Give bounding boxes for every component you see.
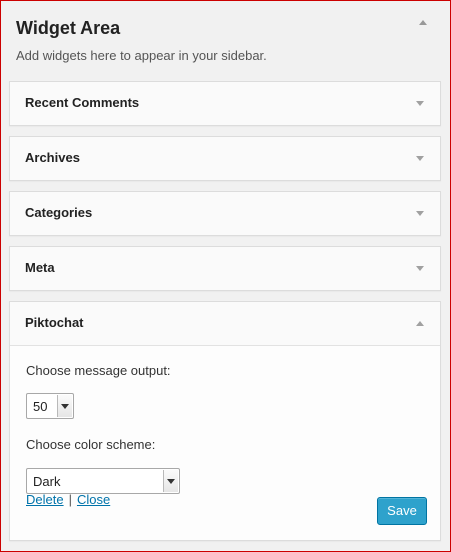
collapse-arrow-icon[interactable] [416,321,424,326]
dropdown-button[interactable] [163,470,178,492]
widget-title: Recent Comments [25,95,140,110]
widget-title: Archives [25,150,80,165]
widget-title: Categories [25,205,93,220]
chevron-down-icon [167,479,175,484]
delete-link[interactable]: Delete [26,492,64,507]
expand-arrow-icon[interactable] [416,266,424,271]
link-separator: | [68,492,72,507]
widget-title: Meta [25,260,55,275]
widget-piktochat: Piktochat Choose message output: 50 Choo… [9,301,441,541]
widget-title: Piktochat [25,315,84,330]
collapse-arrow-icon[interactable] [419,20,427,25]
widget-area-header[interactable]: Widget Area [16,16,435,42]
widget-recent-comments[interactable]: Recent Comments [9,81,441,126]
color-scheme-value: Dark [33,474,61,489]
widget-area-panel: Widget Area Add widgets here to appear i… [0,0,451,552]
expand-arrow-icon[interactable] [416,211,424,216]
color-scheme-label: Choose color scheme: [26,437,156,452]
message-output-value: 50 [33,399,48,414]
message-output-select[interactable]: 50 [26,393,74,419]
chevron-down-icon [61,404,69,409]
save-button[interactable]: Save [377,497,427,525]
close-link[interactable]: Close [77,492,110,507]
widget-header[interactable]: Piktochat [10,302,440,346]
expand-arrow-icon[interactable] [416,101,424,106]
widget-categories[interactable]: Categories [9,191,441,236]
widget-header[interactable]: Recent Comments [10,82,440,125]
widget-header[interactable]: Meta [10,247,440,290]
dropdown-button[interactable] [57,395,72,417]
color-scheme-select[interactable]: Dark [26,468,180,494]
message-output-label: Choose message output: [26,363,171,378]
widget-area-description: Add widgets here to appear in your sideb… [16,48,267,63]
widget-control-links: Delete | Close [26,492,110,507]
widget-header[interactable]: Archives [10,137,440,180]
widget-area-title: Widget Area [16,18,121,38]
widget-meta[interactable]: Meta [9,246,441,291]
widget-header[interactable]: Categories [10,192,440,235]
widget-archives[interactable]: Archives [9,136,441,181]
expand-arrow-icon[interactable] [416,156,424,161]
widget-settings-form: Choose message output: 50 Choose color s… [10,346,440,540]
